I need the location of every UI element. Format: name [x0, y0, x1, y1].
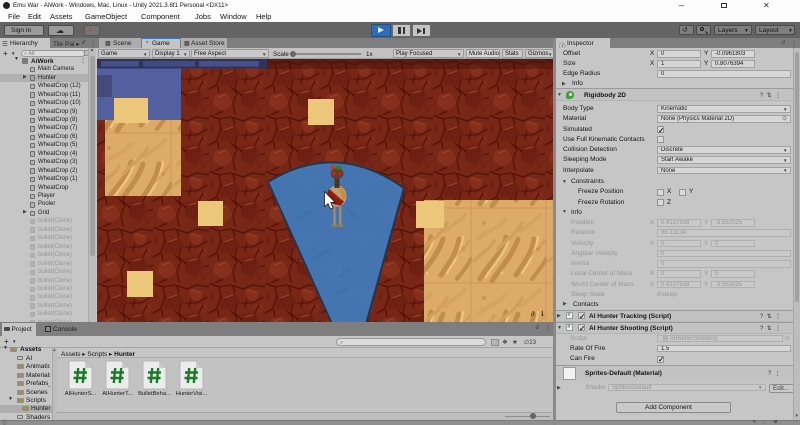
svg-text:∂: ∂: [531, 311, 535, 318]
svg-text:ℹ: ℹ: [541, 310, 544, 318]
